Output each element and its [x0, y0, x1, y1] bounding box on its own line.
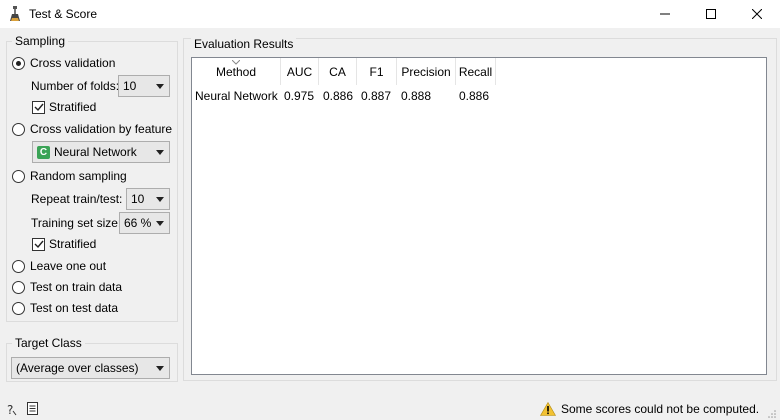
radio-label: Cross validation [30, 56, 116, 70]
folds-value: 10 [123, 79, 137, 93]
column-header-f1[interactable]: F1 [357, 58, 397, 85]
categorical-icon: C [37, 145, 50, 159]
radio-test-on-train[interactable]: Test on train data [12, 279, 122, 295]
repeat-label: Repeat train/test: [31, 192, 123, 206]
chevron-down-icon [156, 366, 164, 371]
checkbox-box [32, 100, 45, 114]
column-header-ca[interactable]: CA [319, 58, 357, 85]
radio-random-sampling[interactable]: Random sampling [12, 168, 127, 184]
title-bar: Test & Score [0, 0, 780, 28]
target-class-combo[interactable]: (Average over classes) [11, 357, 170, 379]
table-cell-ca[interactable]: 0.886 [323, 88, 353, 104]
radio-indicator [12, 280, 25, 294]
radio-leave-one-out[interactable]: Leave one out [12, 258, 106, 274]
radio-cv-by-feature[interactable]: Cross validation by feature [12, 121, 172, 137]
table-cell-method[interactable]: Neural Network [195, 88, 278, 104]
status-message: Some scores could not be computed. [561, 402, 760, 416]
stratified-checkbox-2[interactable]: Stratified [32, 236, 96, 252]
table-cell-auc[interactable]: 0.975 [284, 88, 314, 104]
maximize-button[interactable] [688, 0, 734, 28]
train-size-combo[interactable]: 66 % [119, 212, 170, 234]
target-class-title: Target Class [12, 336, 85, 350]
folds-label: Number of folds: [31, 79, 120, 93]
chevron-down-icon [156, 84, 164, 89]
minimize-icon [660, 13, 670, 15]
sort-indicator-icon [232, 60, 240, 65]
radio-indicator [12, 122, 25, 136]
radio-label: Leave one out [30, 259, 107, 273]
status-bar: ? Some scores could not be computed. [0, 398, 780, 420]
app-icon [10, 6, 20, 21]
chevron-down-icon [156, 150, 164, 155]
checkbox-label: Stratified [49, 100, 97, 114]
radio-indicator [12, 169, 25, 183]
results-table[interactable]: Method AUC CA F1 Precision Recall Neural… [191, 57, 767, 375]
train-size-value: 66 % [124, 216, 152, 230]
radio-cross-validation[interactable]: Cross validation [12, 55, 115, 71]
repeat-combo[interactable]: 10 [126, 188, 170, 210]
help-icon[interactable]: ? [5, 402, 17, 416]
feature-value: Neural Network [54, 145, 137, 159]
chevron-down-icon [156, 197, 164, 202]
radio-label: Test on test data [30, 301, 119, 315]
radio-label: Test on train data [30, 280, 123, 294]
minimize-button[interactable] [642, 0, 688, 28]
table-cell-precision[interactable]: 0.888 [401, 88, 431, 104]
evaluation-results-title: Evaluation Results [191, 37, 297, 51]
radio-indicator [12, 56, 25, 70]
close-icon [752, 9, 762, 19]
feature-combo[interactable]: C Neural Network [32, 141, 170, 163]
resize-grip-icon[interactable] [768, 410, 776, 418]
sampling-title: Sampling [12, 34, 69, 48]
column-header-recall[interactable]: Recall [456, 58, 496, 85]
radio-label: Cross validation by feature [30, 122, 173, 136]
column-header-precision[interactable]: Precision [397, 58, 456, 85]
target-class-value: (Average over classes) [16, 361, 139, 375]
train-size-label: Training set size: [31, 216, 122, 230]
checkmark-icon [34, 240, 44, 249]
table-cell-recall[interactable]: 0.886 [459, 88, 489, 104]
report-icon[interactable] [27, 402, 38, 415]
column-header-auc[interactable]: AUC [281, 58, 319, 85]
radio-test-on-test[interactable]: Test on test data [12, 300, 118, 316]
window-title: Test & Score [29, 7, 98, 21]
warning-icon [540, 402, 556, 416]
table-cell-f1[interactable]: 0.887 [361, 88, 391, 104]
radio-indicator [12, 259, 25, 273]
maximize-icon [706, 9, 716, 19]
close-button[interactable] [734, 0, 780, 28]
checkmark-icon [34, 103, 44, 112]
radio-label: Random sampling [30, 169, 127, 183]
chevron-down-icon [156, 221, 164, 226]
radio-indicator [12, 301, 25, 315]
stratified-checkbox[interactable]: Stratified [32, 99, 96, 115]
checkbox-label: Stratified [49, 237, 97, 251]
repeat-value: 10 [131, 192, 145, 206]
folds-combo[interactable]: 10 [118, 75, 170, 97]
checkbox-box [32, 237, 45, 251]
svg-text:?: ? [7, 403, 13, 416]
